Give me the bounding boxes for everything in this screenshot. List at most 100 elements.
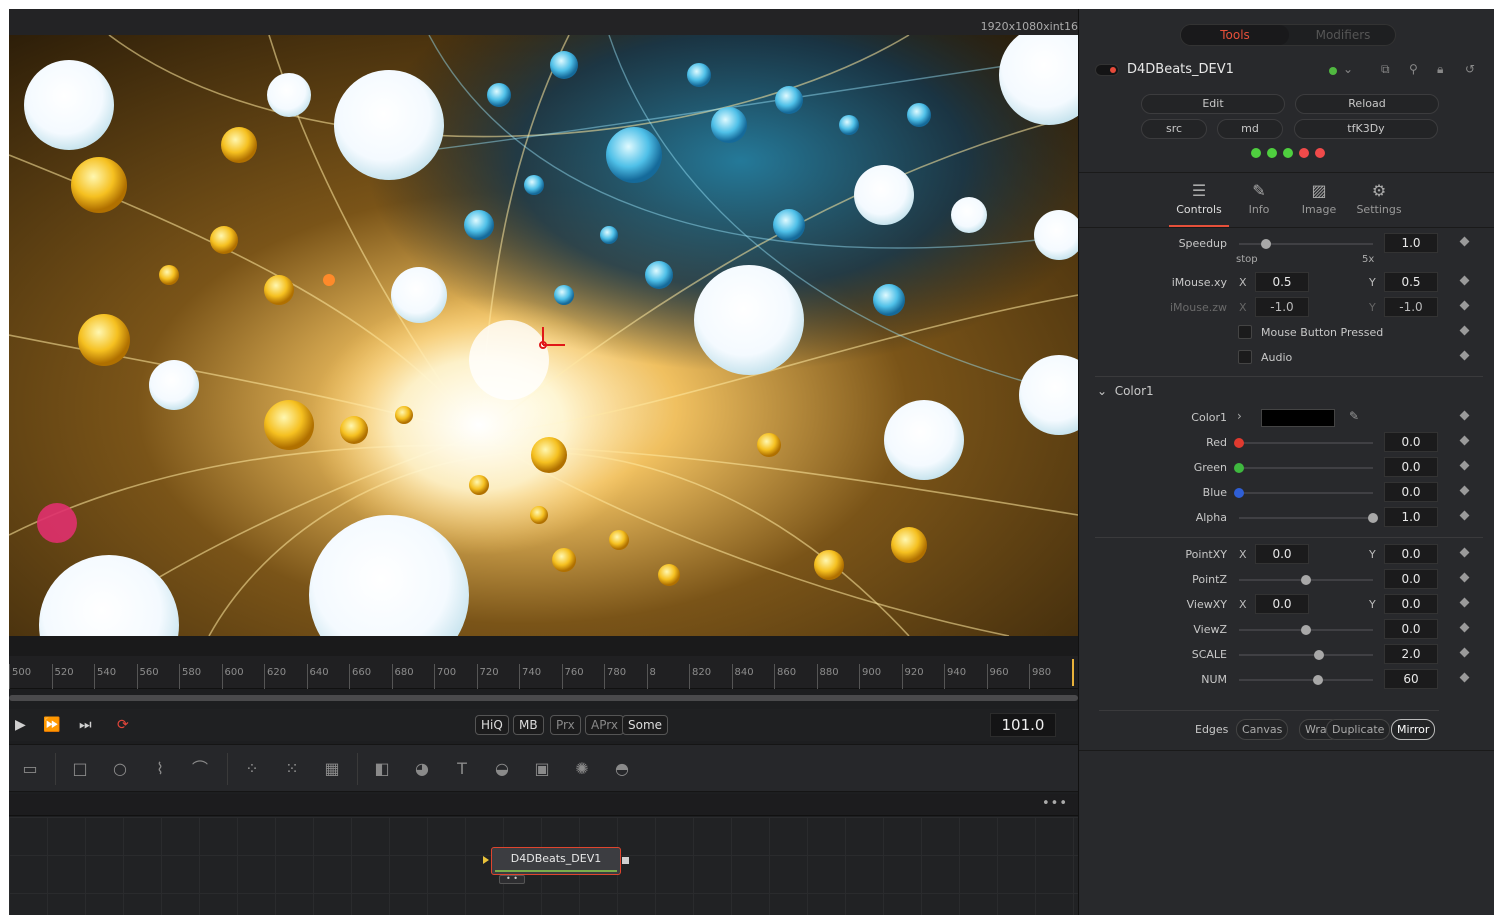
color1-section-header[interactable]: ⌄ Color1 <box>1097 384 1154 398</box>
polygon-mask-icon[interactable]: ⌇ <box>147 757 173 781</box>
aprx-button[interactable]: APrx <box>585 715 624 735</box>
timeline-scrubber[interactable] <box>9 695 1078 701</box>
pointz-value[interactable]: 0.0 <box>1384 569 1438 589</box>
blue-slider[interactable] <box>1234 488 1373 498</box>
tab-info[interactable]: ✎ Info <box>1229 181 1289 216</box>
keyframe-icon[interactable] <box>1459 325 1470 336</box>
tab-modifiers[interactable]: Modifiers <box>1289 25 1397 45</box>
audio-checkbox[interactable] <box>1238 350 1252 364</box>
edit-button[interactable]: Edit <box>1141 94 1285 114</box>
green-value[interactable]: 0.0 <box>1384 457 1438 477</box>
merge-3d-icon[interactable]: ◒ <box>489 757 515 781</box>
background-tool-icon[interactable]: ▭ <box>17 757 43 781</box>
tab-image[interactable]: ▨ Image <box>1289 181 1349 216</box>
keyframe-icon[interactable] <box>1459 275 1470 286</box>
keyframe-icon[interactable] <box>1459 647 1470 658</box>
tab-tools[interactable]: Tools <box>1181 25 1289 45</box>
keyframe-icon[interactable] <box>1459 622 1470 633</box>
viewer-image[interactable] <box>9 35 1078 636</box>
keyframe-icon[interactable] <box>1459 485 1470 496</box>
skip-end-icon[interactable]: ⏭ <box>79 717 92 733</box>
alpha-value[interactable]: 1.0 <box>1384 507 1438 527</box>
alpha-slider[interactable] <box>1239 513 1378 523</box>
imouse-y-field[interactable]: 0.5 <box>1384 272 1438 292</box>
light-3d-icon[interactable]: ✺ <box>569 757 595 781</box>
md-button[interactable]: md <box>1217 119 1283 139</box>
ellipse-mask-icon[interactable]: ○ <box>107 757 133 781</box>
node-input-icon[interactable] <box>483 856 489 864</box>
red-value[interactable]: 0.0 <box>1384 432 1438 452</box>
keyframe-icon[interactable] <box>1459 597 1470 608</box>
time-ruler[interactable]: 500 520 540 560 580 600 620 640 660 680 700 720 740 7… <box>9 656 1078 689</box>
code-button[interactable]: tfK3Dy <box>1294 119 1438 139</box>
tool-enable-toggle[interactable] <box>1095 64 1119 76</box>
edges-mirror-button[interactable]: Mirror <box>1391 719 1436 740</box>
imouse-x-field[interactable]: 0.5 <box>1255 272 1309 292</box>
eyedropper-icon[interactable]: ✎ <box>1349 409 1359 423</box>
current-frame[interactable]: 101.0 <box>990 713 1056 737</box>
some-button[interactable]: Some <box>622 715 669 735</box>
node-flow[interactable]: D4DBeats_DEV1 • • <box>9 817 1078 915</box>
keyframe-icon[interactable] <box>1459 672 1470 683</box>
green-slider[interactable] <box>1234 463 1373 473</box>
camera-3d-icon[interactable]: ▣ <box>529 757 555 781</box>
rectangle-mask-icon[interactable]: □ <box>67 757 93 781</box>
tab-settings[interactable]: ⚙ Settings <box>1349 181 1409 216</box>
image-plane-3d-icon[interactable]: ◧ <box>369 757 395 781</box>
more-options-icon[interactable]: ••• <box>1042 796 1068 811</box>
shape-3d-icon[interactable]: ◕ <box>409 757 435 781</box>
loop-icon[interactable]: ⟳ <box>117 717 129 733</box>
src-button[interactable]: src <box>1141 119 1207 139</box>
viewz-slider[interactable] <box>1239 625 1373 635</box>
keyframe-icon[interactable] <box>1459 350 1470 361</box>
scale-value[interactable]: 2.0 <box>1384 644 1438 664</box>
viewz-value[interactable]: 0.0 <box>1384 619 1438 639</box>
num-value[interactable]: 60 <box>1384 669 1438 689</box>
reset-icon[interactable]: ↺ <box>1465 62 1475 76</box>
keyframe-icon[interactable] <box>1459 547 1470 558</box>
red-slider[interactable] <box>1234 438 1373 448</box>
node-d4dbeats[interactable]: D4DBeats_DEV1 <box>491 847 621 875</box>
node-extra-inputs-icon[interactable]: • • <box>499 875 525 884</box>
text-3d-icon[interactable]: T <box>449 757 475 781</box>
mouse-pressed-checkbox[interactable] <box>1238 325 1252 339</box>
particle-emitter-icon[interactable]: ⁘ <box>239 757 265 781</box>
viewer[interactable]: 1920x1080xint16 <box>9 9 1078 656</box>
tab-controls[interactable]: ☰ Controls <box>1169 181 1229 227</box>
pointz-slider[interactable] <box>1239 575 1373 585</box>
version-icon[interactable]: ⧉ <box>1381 62 1390 77</box>
edges-duplicate-button[interactable]: Duplicate <box>1326 719 1391 740</box>
keyframe-icon[interactable] <box>1459 510 1470 521</box>
color-swatch[interactable] <box>1261 409 1335 427</box>
point-x-field[interactable]: 0.0 <box>1255 544 1309 564</box>
keyframe-icon[interactable] <box>1459 460 1470 471</box>
mb-button[interactable]: MB <box>513 715 544 735</box>
keyframe-icon[interactable] <box>1459 410 1470 421</box>
playhead[interactable] <box>1072 659 1074 686</box>
hiq-button[interactable]: HiQ <box>475 715 509 735</box>
particle-render-icon[interactable]: ⁙ <box>279 757 305 781</box>
point-y-field[interactable]: 0.0 <box>1384 544 1438 564</box>
speedup-slider[interactable] <box>1239 239 1373 249</box>
num-slider[interactable] <box>1239 675 1373 685</box>
keyframe-icon[interactable] <box>1459 236 1470 247</box>
imouse-z-field[interactable]: -1.0 <box>1255 297 1309 317</box>
renderer-3d-icon[interactable]: ◓ <box>609 757 635 781</box>
chevron-down-icon[interactable]: ⌄ <box>1343 62 1353 76</box>
view-y-field[interactable]: 0.0 <box>1384 594 1438 614</box>
pin-icon[interactable]: ⚲ <box>1409 62 1418 76</box>
reload-button[interactable]: Reload <box>1295 94 1439 114</box>
bspline-mask-icon[interactable]: ⌒ <box>187 757 213 781</box>
imouse-w-field[interactable]: -1.0 <box>1384 297 1438 317</box>
chevron-right-icon[interactable]: › <box>1237 409 1242 423</box>
edges-canvas-button[interactable]: Canvas <box>1236 719 1289 740</box>
play-icon[interactable]: ▶ <box>15 717 26 733</box>
keyframe-icon[interactable] <box>1459 435 1470 446</box>
prx-button[interactable]: Prx <box>550 715 581 735</box>
keyframe-icon[interactable] <box>1459 572 1470 583</box>
scale-slider[interactable] <box>1239 650 1373 660</box>
keyframe-icon[interactable] <box>1459 300 1470 311</box>
lock-icon[interactable]: 🔒︎ <box>1437 62 1443 77</box>
blue-value[interactable]: 0.0 <box>1384 482 1438 502</box>
particle-style-icon[interactable]: ▦ <box>319 757 345 781</box>
